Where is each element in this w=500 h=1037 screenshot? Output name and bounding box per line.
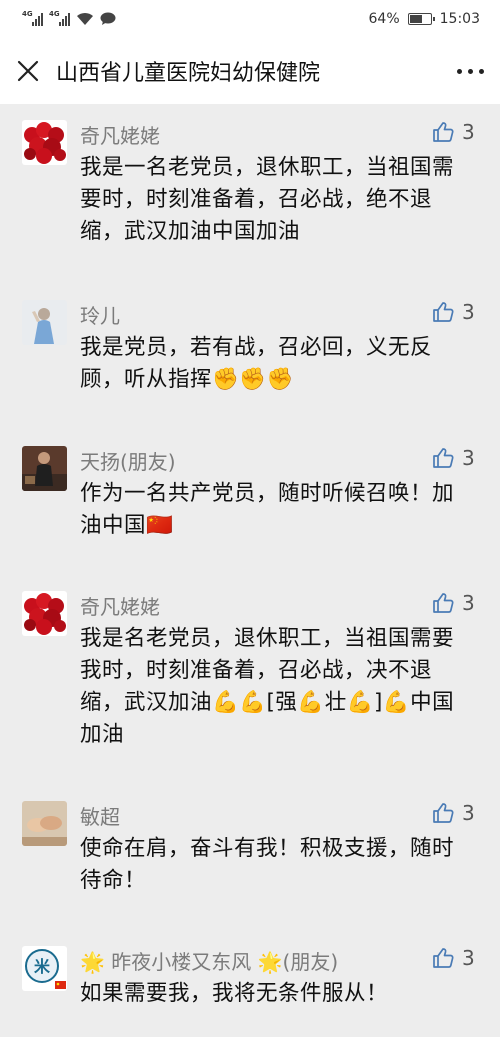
network-label: 4G	[49, 10, 60, 18]
like-button[interactable]: 3	[432, 946, 475, 970]
thumbs-up-icon	[433, 803, 454, 823]
thumbs-up-icon	[433, 593, 454, 613]
more-button[interactable]	[440, 38, 500, 104]
comment-text: 使命在肩，奋斗有我！积极支援，随时待命！	[80, 836, 455, 893]
status-left: 4G 4G	[22, 10, 116, 26]
thumbs-up-icon	[433, 948, 454, 968]
more-dot-icon	[467, 68, 473, 74]
thumbs-up-icon	[433, 302, 454, 322]
like-button[interactable]: 3	[432, 591, 475, 615]
comment-author[interactable]: 🌟 昨夜小楼又东风 🌟(朋友)	[80, 946, 338, 975]
thumbs-up-icon	[433, 122, 454, 142]
like-count: 3	[462, 591, 475, 615]
avatar[interactable]	[22, 300, 67, 345]
rose-bouquet-icon	[22, 591, 67, 636]
signal-icon: 4G	[49, 10, 70, 26]
comment-author[interactable]: 敏超	[80, 801, 120, 830]
close-icon	[17, 60, 39, 82]
avatar[interactable]	[22, 591, 67, 636]
page-title: 山西省儿童医院妇幼保健院	[56, 61, 321, 86]
like-count: 3	[462, 446, 475, 470]
like-count: 3	[462, 801, 475, 825]
more-dot-icon	[478, 68, 484, 74]
close-button[interactable]	[0, 38, 56, 104]
comment-text: 我是一名老党员，退休职工，当祖国需要时，时刻准备着，召必战，绝不退缩，武汉加油中…	[80, 155, 455, 244]
like-count: 3	[462, 120, 475, 144]
title-bar: 山西省儿童医院妇幼保健院	[0, 38, 500, 104]
avatar[interactable]	[22, 446, 67, 491]
comment-text: 我是名老党员，退休职工，当祖国需要我时，时刻准备着，召必战，决不退缩，武汉加油💪…	[80, 626, 455, 747]
message-icon	[100, 12, 116, 25]
comment-author[interactable]: 奇凡姥姥	[80, 591, 160, 620]
like-button[interactable]: 3	[432, 300, 475, 324]
girl-portrait-icon	[22, 300, 67, 345]
clock: 15:03	[439, 11, 480, 27]
like-button[interactable]: 3	[432, 120, 475, 144]
status-bar: 4G 4G 64% 15:03	[0, 0, 500, 38]
avatar[interactable]: 米	[22, 946, 67, 991]
like-count: 3	[462, 300, 475, 324]
avatar[interactable]	[22, 801, 67, 846]
more-dot-icon	[456, 68, 462, 74]
signal-icon: 4G	[22, 10, 43, 26]
thumbs-up-icon	[433, 448, 454, 468]
wifi-icon	[77, 12, 93, 25]
comment-author[interactable]: 天扬(朋友)	[80, 446, 176, 475]
rose-bouquet-icon	[22, 120, 67, 165]
like-button[interactable]: 3	[432, 446, 475, 470]
mi-logo-icon: 米	[22, 946, 67, 991]
svg-text:米: 米	[34, 957, 51, 976]
like-button[interactable]: 3	[432, 801, 475, 825]
comment-text: 我是党员，若有战，召必回，义无反顾，听从指挥✊✊✊	[80, 335, 433, 392]
avatar[interactable]	[22, 120, 67, 165]
like-count: 3	[462, 946, 475, 970]
network-label: 4G	[22, 10, 33, 18]
comment-author[interactable]: 玲儿	[80, 300, 120, 329]
holding-hands-icon	[22, 801, 67, 846]
status-right: 64% 15:03	[369, 11, 480, 27]
comment-text: 如果需要我，我将无条件服从！	[80, 981, 389, 1006]
comment-author[interactable]: 奇凡姥姥	[80, 120, 160, 149]
battery-percent: 64%	[368, 11, 400, 27]
man-photo-icon	[22, 446, 67, 491]
battery-icon	[407, 13, 435, 25]
comment-text: 作为一名共产党员，随时听候召唤！加油中国🇨🇳	[80, 481, 455, 538]
